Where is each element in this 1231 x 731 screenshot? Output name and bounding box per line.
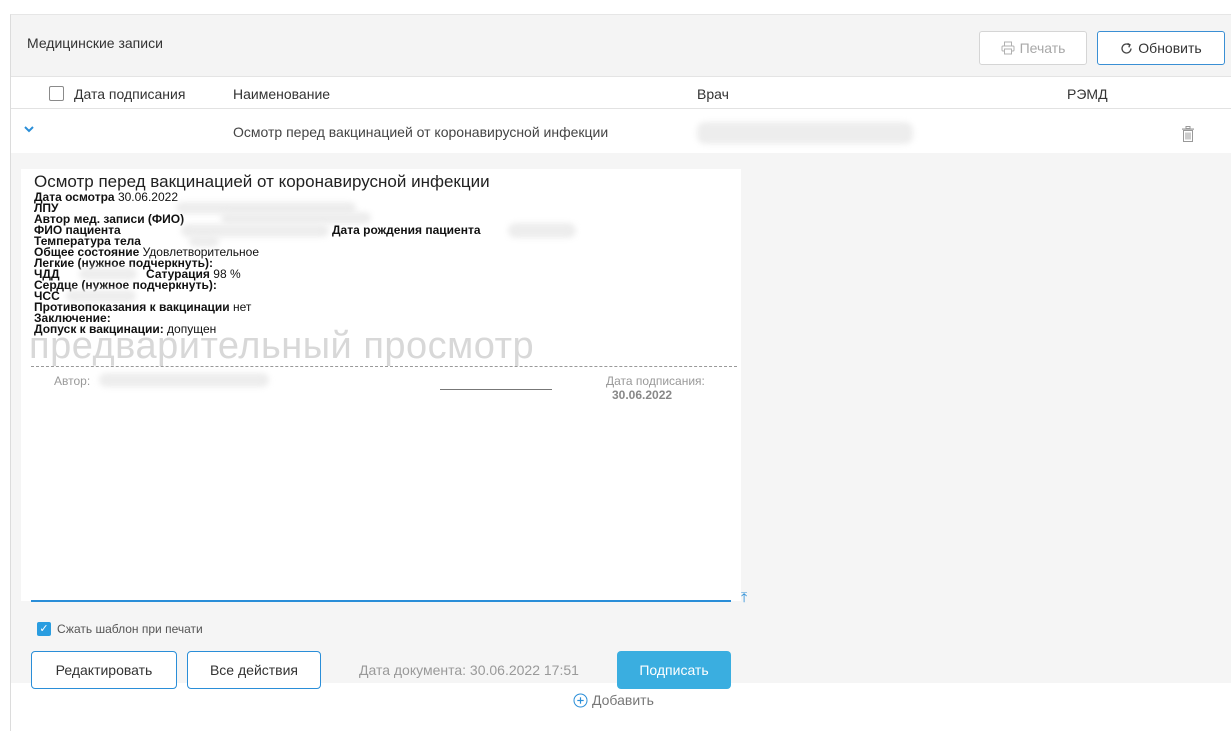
refresh-icon <box>1121 42 1132 54</box>
edit-button[interactable]: Редактировать <box>31 651 177 689</box>
birth-date-redacted <box>508 223 576 238</box>
column-remd[interactable]: РЭМД <box>1067 86 1108 102</box>
sign-date-label: Дата подписания: <box>606 374 705 388</box>
plus-circle-icon <box>573 693 588 707</box>
select-all-checkbox[interactable] <box>49 86 64 101</box>
medical-records-panel: Медицинские записи Печать Обновить Дата … <box>10 14 1231 731</box>
printer-icon <box>1001 41 1015 55</box>
footer-author-redacted <box>99 373 269 387</box>
compress-checkbox[interactable]: ✓ <box>37 622 51 636</box>
table-row[interactable]: Осмотр перед вакцинацией от коронавирусн… <box>11 111 1231 153</box>
footer-author-label: Автор: <box>54 374 91 388</box>
sign-button[interactable]: Подписать <box>617 651 731 689</box>
record-detail: предварительный просмотр Осмотр перед ва… <box>11 153 1231 689</box>
chevron-down-icon[interactable] <box>21 121 37 137</box>
print-button-label: Печать <box>1019 40 1066 56</box>
scroll-top-icon[interactable]: ⤒ <box>741 589 747 606</box>
document-title: Осмотр перед вакцинацией от коронавирусн… <box>34 172 490 191</box>
signature-divider <box>31 366 737 367</box>
doctor-name-redacted <box>697 122 913 144</box>
document-date: Дата документа: 30.06.2022 17:51 <box>359 662 579 678</box>
column-name[interactable]: Наименование <box>233 86 330 102</box>
table-header: Дата подписания Наименование Врач РЭМД <box>11 77 1231 109</box>
sign-date-value: 30.06.2022 <box>612 388 673 402</box>
record-title: Осмотр перед вакцинацией от коронавирусн… <box>233 124 609 140</box>
column-doctor[interactable]: Врач <box>697 86 729 102</box>
panel-title: Медицинские записи <box>27 35 163 51</box>
document-preview: предварительный просмотр Осмотр перед ва… <box>21 169 741 601</box>
add-record-button[interactable]: Добавить <box>573 692 654 708</box>
all-actions-button[interactable]: Все действия <box>187 651 321 689</box>
add-label: Добавить <box>592 692 654 708</box>
compress-label: Сжать шаблон при печати <box>57 622 203 636</box>
refresh-button[interactable]: Обновить <box>1097 31 1225 65</box>
admission-field: Допуск к вакцинации: допущен <box>34 322 217 336</box>
birth-date-field: Дата рождения пациента <box>332 223 481 237</box>
print-button[interactable]: Печать <box>979 31 1087 65</box>
signature-line <box>440 389 552 390</box>
preview-bottom-border <box>31 600 731 602</box>
column-date[interactable]: Дата подписания <box>74 86 185 102</box>
trash-icon[interactable] <box>1181 126 1195 142</box>
refresh-button-label: Обновить <box>1138 40 1202 56</box>
compress-template-option[interactable]: ✓ Сжать шаблон при печати <box>37 622 203 636</box>
panel-header: Медицинские записи Печать Обновить <box>11 15 1231 77</box>
